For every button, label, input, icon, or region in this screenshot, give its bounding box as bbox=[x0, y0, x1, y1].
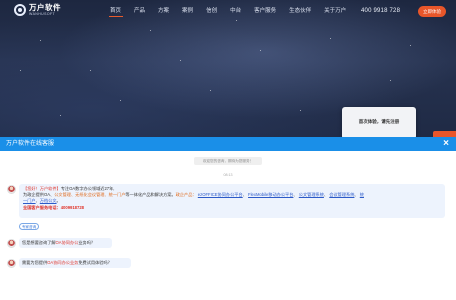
question1-suffix: 业务吗？ bbox=[78, 240, 96, 245]
nav-middle-platform[interactable]: 中台 bbox=[224, 0, 248, 22]
agent-avatar bbox=[7, 239, 16, 248]
chat-title: 万户软件在线客服 bbox=[6, 141, 55, 147]
link-wandang[interactable]: 万档公文 bbox=[40, 198, 57, 203]
expert-consult-button[interactable]: 专家咨询 bbox=[19, 223, 39, 230]
register-prompt-card[interactable]: 首次体验，请先注册 bbox=[342, 107, 416, 137]
nav-customer-service[interactable]: 客户服务 bbox=[248, 0, 283, 22]
logo-chinese: 万户软件 bbox=[29, 3, 61, 12]
question2-suffix: 免费试用体验吗？ bbox=[78, 260, 112, 265]
site-logo[interactable]: 万户软件 WANHUSOFT bbox=[14, 4, 61, 16]
main-nav: 首页 产品 方案 案例 信创 中台 客户服务 生态伙伴 关于万户 bbox=[104, 0, 353, 22]
top-navigation-bar: 万户软件 WANHUSOFT 首页 产品 方案 案例 信创 中台 客户服务 生态… bbox=[0, 0, 456, 22]
question2-highlight: OA协同办公业务 bbox=[47, 260, 79, 265]
nav-products[interactable]: 产品 bbox=[128, 0, 152, 22]
welcome-line2-products: 公文管理、无纸化会议管理、统一门户 bbox=[54, 192, 126, 198]
message-timestamp: 08:13 bbox=[223, 173, 233, 177]
welcome-message-bubble: 【您好！万户软件】专注OA数字办公领域近27年, 为政企提供OA、公文管理、无纸… bbox=[19, 184, 445, 218]
logo-icon bbox=[14, 4, 26, 16]
try-now-button[interactable]: 立即体验 bbox=[418, 6, 446, 17]
service-phone: 4009918728 bbox=[60, 204, 84, 210]
nav-solutions[interactable]: 方案 bbox=[152, 0, 176, 22]
agent-avatar bbox=[7, 185, 16, 194]
welcome-intro-text: 专注OA数字办公领域近27年, bbox=[60, 186, 115, 191]
nav-cases[interactable]: 案例 bbox=[176, 0, 200, 22]
welcome-line3-end: 。 bbox=[56, 198, 61, 204]
welcome-notice: 欢迎您的咨询，期待为您服务！ bbox=[194, 157, 262, 165]
nav-xinchuang[interactable]: 信创 bbox=[200, 0, 224, 22]
register-prompt-text: 首次体验，请先注册 bbox=[358, 119, 400, 124]
welcome-line2-prefix: 为政企提供OA、 bbox=[23, 192, 55, 198]
hotline-number: 400 9918 728 bbox=[361, 8, 401, 14]
nav-home[interactable]: 首页 bbox=[104, 0, 128, 22]
question2-prefix: 需要为您提供 bbox=[22, 260, 48, 265]
link-document-system[interactable]: 公文管理系统 bbox=[299, 192, 324, 197]
question1-prefix: 您是想要咨询了解 bbox=[22, 240, 56, 245]
question-bubble-1[interactable]: 您是想要咨询了解OA协同办公业务吗？ bbox=[19, 238, 112, 248]
link-ezoffice[interactable]: ezOFFICE协同办公平台 bbox=[198, 192, 243, 197]
welcome-line2-mid: 等一体化产品和解决方案。 bbox=[125, 192, 176, 198]
logo-text: 万户软件 WANHUSOFT bbox=[29, 4, 61, 16]
chat-header: 万户软件在线客服 × bbox=[0, 137, 456, 151]
link-unified-portal-part2[interactable]: 一门户 bbox=[23, 198, 36, 203]
link-meeting-system[interactable]: 会议管理系统 bbox=[329, 192, 354, 197]
welcome-line-4: 全国客户服务电话：4009918728 bbox=[23, 205, 441, 211]
chat-window: 万户软件在线客服 × 欢迎您的咨询，期待为您服务！ 08:13 【您好！万户软件… bbox=[0, 137, 456, 300]
website-hero: 万户软件 WANHUSOFT 首页 产品 方案 案例 信创 中台 客户服务 生态… bbox=[0, 0, 456, 137]
welcome-intro-bracket: 【您好！万户软件】 bbox=[23, 186, 61, 191]
service-label: 全国客户服务电话： bbox=[23, 204, 61, 210]
question-bubble-2[interactable]: 需要为您提供OA协同办公业务免费试用体验吗？ bbox=[19, 258, 131, 268]
link-flexmobile[interactable]: FlexMobile移动办公平台 bbox=[248, 192, 293, 197]
agent-avatar bbox=[7, 259, 16, 268]
close-icon[interactable]: × bbox=[441, 139, 451, 149]
nav-about[interactable]: 关于万户 bbox=[318, 0, 353, 22]
question1-highlight: OA协同办公 bbox=[55, 240, 79, 245]
link-unified-portal-part1[interactable]: 统 bbox=[360, 192, 364, 197]
welcome-line2-label: 政企产品： bbox=[175, 192, 197, 198]
logo-english: WANHUSOFT bbox=[29, 11, 56, 16]
nav-partners[interactable]: 生态伙伴 bbox=[283, 0, 318, 22]
